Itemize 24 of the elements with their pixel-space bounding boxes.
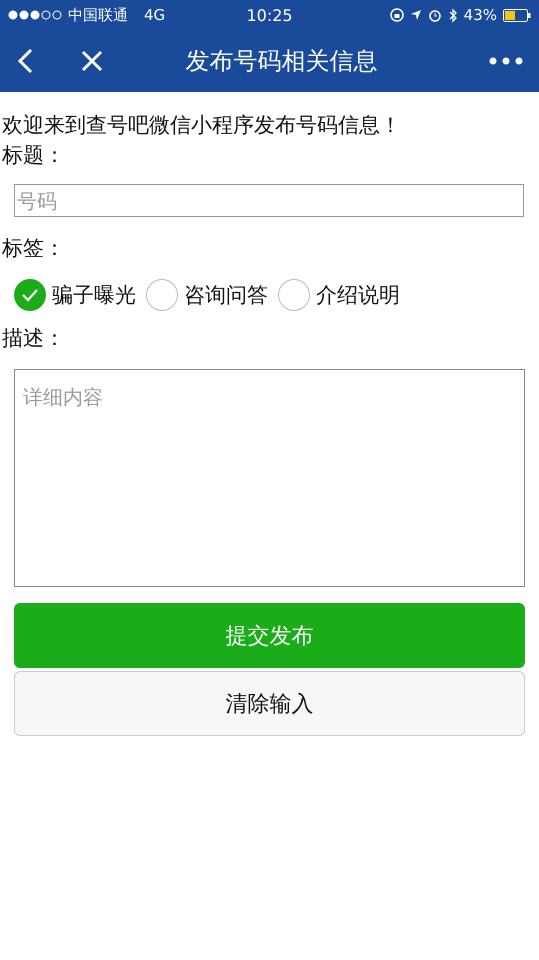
- more-icon: [489, 57, 523, 65]
- welcome-text: 欢迎来到查号吧微信小程序发布号码信息！: [1, 112, 402, 139]
- status-time: 10:25: [246, 6, 293, 24]
- signal-icon: [8, 10, 62, 20]
- battery-percent: 43%: [464, 6, 498, 24]
- tag-option[interactable]: 介绍说明: [278, 279, 400, 311]
- tag-option[interactable]: 骗子曝光: [14, 279, 136, 311]
- page-title: 发布号码相关信息: [184, 46, 378, 77]
- check-icon: [21, 288, 39, 302]
- description-label: 描述：: [1, 325, 66, 352]
- bluetooth-icon: [448, 8, 458, 22]
- close-icon: [80, 49, 104, 73]
- clear-button[interactable]: 清除输入: [14, 671, 525, 736]
- description-field[interactable]: 详细内容: [14, 369, 525, 587]
- lock-rotation-icon: [390, 8, 404, 22]
- battery-icon: [503, 8, 532, 22]
- alarm-icon: [428, 8, 442, 22]
- carrier-name: 中国联通: [68, 6, 128, 24]
- location-icon: [410, 9, 422, 21]
- title-label: 标题：: [1, 142, 66, 169]
- tag-option[interactable]: 咨询问答: [146, 279, 268, 311]
- network-type: 4G: [144, 6, 166, 24]
- tag-label: 标签：: [1, 235, 66, 262]
- title-field[interactable]: 号码: [14, 184, 524, 217]
